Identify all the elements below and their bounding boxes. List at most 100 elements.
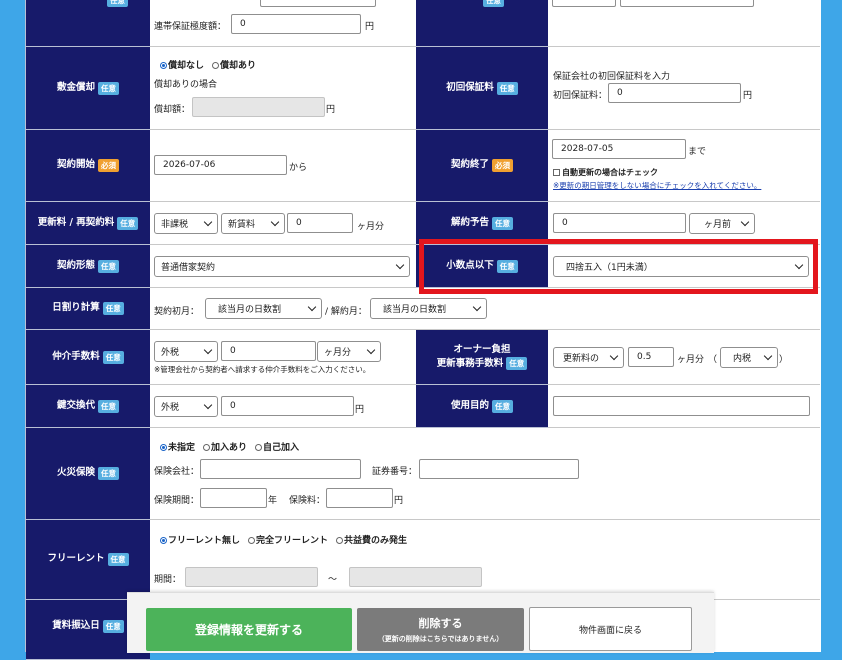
joint-guarantee-label: 連帯保証極度額：	[154, 22, 227, 32]
radio-full-free-rent[interactable]: 完全フリーレント	[248, 536, 328, 546]
action-footer: 登録情報を更新する 削除する （更新の削除はこちらではありません） 物件画面に戻…	[127, 592, 714, 653]
optional-badge: 任意	[107, 0, 128, 7]
value-renewal-fee: 非課税 新賃料 0 ヶ月分	[150, 202, 416, 245]
value-owner-renewal-fee: 更新料の 0.5 ヶ月分 （ 内税 ）	[548, 330, 820, 385]
brokerage-unit-select[interactable]: ヶ月分	[317, 341, 381, 362]
key-exchange-tax-select[interactable]: 外税	[154, 396, 218, 417]
chevron-down-icon	[395, 260, 405, 270]
radio-unspecified[interactable]: 未指定	[160, 443, 195, 453]
initial-guarantee-field-label: 初回保証料：	[553, 91, 608, 101]
contract-type-select[interactable]: 普通借家契約	[154, 256, 410, 277]
free-rent-start-input[interactable]	[185, 567, 318, 587]
radio-no-free-rent[interactable]: フリーレント無し	[160, 536, 240, 546]
contract-end-date-input[interactable]: 2028-07-05	[552, 139, 686, 159]
value-purpose	[548, 385, 820, 428]
label-cell-top-left: 任意	[26, 0, 150, 47]
contract-end-suffix: まで	[688, 147, 707, 157]
radio-common-fee-only[interactable]: 共益費のみ発生	[336, 536, 407, 546]
purpose-input[interactable]	[553, 396, 810, 416]
label-key-exchange: 鍵交換代 任意	[26, 385, 150, 428]
radio-depreciation[interactable]: 償却あり	[212, 61, 256, 71]
label-fire-insurance: 火災保険 任意	[26, 428, 150, 520]
delete-button[interactable]: 削除する （更新の削除はこちらではありません）	[357, 608, 524, 651]
radio-checked-icon	[160, 62, 167, 69]
label-daily-proration: 日割り計算 任意	[26, 288, 150, 330]
initial-guarantee-fee-label: 初回保証料	[446, 81, 494, 93]
yen-unit: 円	[326, 105, 336, 115]
chevron-down-icon	[307, 302, 317, 312]
chevron-down-icon	[740, 217, 750, 227]
yen-unit: 円	[365, 22, 375, 32]
chevron-down-icon	[609, 351, 619, 361]
renewal-tax-select[interactable]: 非課税	[154, 213, 218, 234]
radio-icon	[212, 62, 220, 69]
value-fire-insurance: 未指定 加入あり 自己加入 保険会社： 証券番号： 保険期間： 年 保険料： 円	[150, 428, 820, 520]
optional-badge: 任意	[102, 350, 124, 364]
optional-badge: 任意	[107, 553, 129, 566]
joint-guarantee-input[interactable]: 0	[231, 14, 361, 34]
owner-renewal-value-input[interactable]: 0.5	[628, 347, 674, 367]
value-key-exchange: 外税 0 円	[150, 385, 416, 428]
optional-badge: 任意	[117, 216, 139, 230]
cancellation-unit-select[interactable]: ヶ月前	[689, 213, 755, 234]
chevron-down-icon	[203, 217, 213, 227]
cancel-month-select[interactable]: 該当月の日数割	[370, 298, 487, 319]
previous-input-b[interactable]	[620, 0, 754, 7]
brokerage-tax-select[interactable]: 外税	[154, 341, 218, 362]
radio-checked-icon	[160, 444, 167, 451]
optional-badge: 任意	[98, 467, 119, 480]
depreciation-amount-input[interactable]	[192, 97, 325, 117]
value-contract-end: 2028-07-05 まで 自動更新の場合はチェック ※更新の期日管理をしない場…	[548, 130, 820, 202]
free-rent-end-input[interactable]	[349, 567, 482, 587]
contract-start-suffix: から	[289, 163, 308, 173]
first-month-select[interactable]: 該当月の日数割	[205, 298, 322, 319]
radio-joined[interactable]: 加入あり	[203, 443, 247, 453]
insurance-company-input[interactable]	[200, 459, 361, 479]
key-exchange-input[interactable]: 0	[221, 396, 354, 416]
previous-input[interactable]	[260, 0, 376, 7]
back-to-property-button[interactable]: 物件画面に戻る	[529, 607, 692, 651]
value-contract-start: 2026-07-06 から	[150, 130, 416, 202]
yen-unit: 円	[355, 405, 365, 415]
radio-icon	[248, 537, 256, 544]
joint-guarantee-value: 0	[240, 19, 246, 29]
renewal-months-input[interactable]: 0	[287, 213, 353, 233]
chevron-down-icon	[763, 351, 773, 361]
auto-renew-checkbox[interactable]: 自動更新の場合はチェック	[553, 167, 658, 178]
free-rent-period-label: 期間：	[154, 575, 182, 585]
optional-badge: 任意	[496, 81, 518, 95]
label-owner-renewal-fee: オーナー負担 更新事務手数料 任意	[416, 330, 548, 385]
highlight-box	[419, 239, 818, 294]
label-renewal-fee: 更新料 / 再契約料 任意	[26, 202, 150, 245]
radio-icon	[255, 444, 263, 451]
chevron-down-icon	[472, 302, 482, 312]
initial-guarantee-input[interactable]: 0	[608, 83, 741, 103]
renewal-base-select[interactable]: 新賃料	[221, 213, 285, 234]
update-button[interactable]: 登録情報を更新する	[146, 608, 352, 651]
tilde: 〜	[328, 575, 338, 585]
certificate-number-input[interactable]	[419, 459, 579, 479]
yen-unit: 円	[743, 91, 753, 101]
label-purpose: 使用目的 任意	[416, 385, 548, 428]
brokerage-note: ※管理会社から契約者へ請求する仲介手数料をご入力ください。	[154, 365, 371, 374]
owner-renewal-base-select[interactable]: 更新料の	[553, 347, 624, 368]
insurance-period-input[interactable]	[200, 488, 267, 508]
owner-renewal-tax-select[interactable]: 内税	[720, 347, 778, 368]
label-contract-end: 契約終了 必須	[416, 130, 548, 202]
value-cell-top-right	[548, 0, 820, 47]
insurance-company-label: 保険会社：	[154, 467, 200, 477]
label-shikikin-shokyaku: 敷金償却 任意	[26, 47, 150, 130]
radio-no-depreciation[interactable]: 償却なし	[160, 61, 204, 71]
optional-badge: 任意	[98, 81, 119, 95]
premium-input[interactable]	[326, 488, 393, 508]
contract-start-date-input[interactable]: 2026-07-06	[154, 155, 287, 175]
optional-badge: 任意	[98, 399, 119, 413]
previous-input-a[interactable]	[552, 0, 616, 7]
depreciation-note: 償却ありの場合	[154, 80, 218, 90]
label-cell-top-right: 任意	[416, 0, 548, 47]
brokerage-value-input[interactable]: 0	[221, 341, 316, 361]
value-free-rent: フリーレント無し 完全フリーレント 共益費のみ発生 期間： 〜	[150, 520, 820, 600]
cancellation-notice-input[interactable]: 0	[553, 213, 686, 233]
value-brokerage-fee: 外税 0 ヶ月分 ※管理会社から契約者へ請求する仲介手数料をご入力ください。	[150, 330, 416, 385]
radio-self[interactable]: 自己加入	[255, 443, 299, 453]
